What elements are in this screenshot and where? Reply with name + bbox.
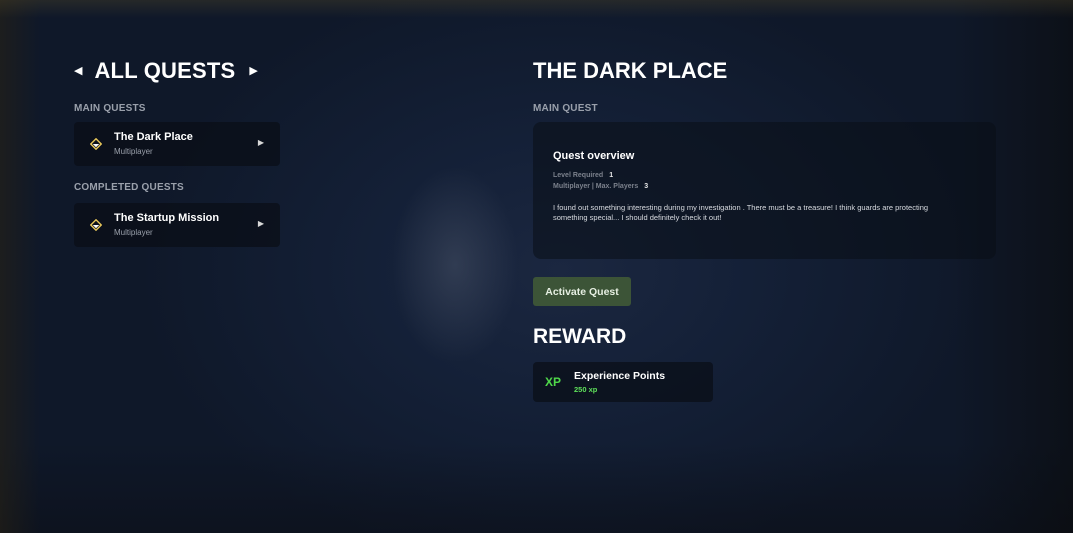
level-required-value: 1 — [609, 172, 614, 179]
max-players-row: Multiplayer | Max. Players 3 — [553, 183, 648, 190]
quest-screen: ◀ ALL QUESTS ▶ MAIN QUESTS The Dark Plac… — [0, 0, 1073, 533]
level-required-row: Level Required 1 — [553, 172, 613, 179]
max-players-value: 3 — [644, 183, 649, 190]
quest-description: I found out something interesting during… — [553, 203, 929, 222]
quest-item-the-dark-place[interactable]: The Dark Place Multiplayer ▶ — [74, 122, 280, 166]
diamond-quest-icon — [90, 219, 102, 231]
quest-mode: Multiplayer — [114, 228, 153, 237]
level-required-label: Level Required — [553, 172, 604, 179]
chevron-right-icon: ▶ — [257, 138, 264, 147]
quest-detail-panel: THE DARK PLACE MAIN QUEST Quest overview… — [533, 58, 996, 402]
completed-quests-label: COMPLETED QUESTS — [74, 182, 184, 193]
reward-item-experience-points: XP Experience Points 250 xp — [533, 362, 713, 402]
xp-icon: XP — [545, 375, 562, 389]
activate-quest-button[interactable]: Activate Quest — [533, 277, 631, 306]
max-players-label: Multiplayer | Max. Players — [553, 183, 639, 190]
page-title: ALL QUESTS — [94, 58, 236, 83]
chevron-right-icon: ▶ — [257, 219, 264, 228]
diamond-quest-icon — [90, 138, 102, 150]
main-quests-label: MAIN QUESTS — [74, 103, 146, 114]
quest-name: The Dark Place — [114, 131, 193, 143]
quest-list-header: ◀ ALL QUESTS ▶ — [74, 58, 284, 84]
overview-title: Quest overview — [553, 150, 635, 162]
quest-name: The Startup Mission — [114, 212, 220, 224]
caret-left-icon[interactable]: ◀ — [74, 65, 82, 77]
quest-overview-card: Quest overview Level Required 1 Multiplay… — [533, 122, 996, 259]
quest-type-label: MAIN QUEST — [533, 103, 598, 114]
quest-title: THE DARK PLACE — [533, 58, 728, 83]
quest-list-panel: ◀ ALL QUESTS ▶ MAIN QUESTS The Dark Plac… — [74, 58, 284, 247]
reward-name: Experience Points — [574, 370, 666, 382]
reward-value: 250 xp — [574, 385, 598, 394]
caret-right-icon[interactable]: ▶ — [249, 65, 257, 77]
quest-mode: Multiplayer — [114, 147, 153, 156]
reward-title: REWARD — [533, 325, 627, 348]
quest-item-the-startup-mission[interactable]: The Startup Mission Multiplayer ▶ — [74, 203, 280, 247]
